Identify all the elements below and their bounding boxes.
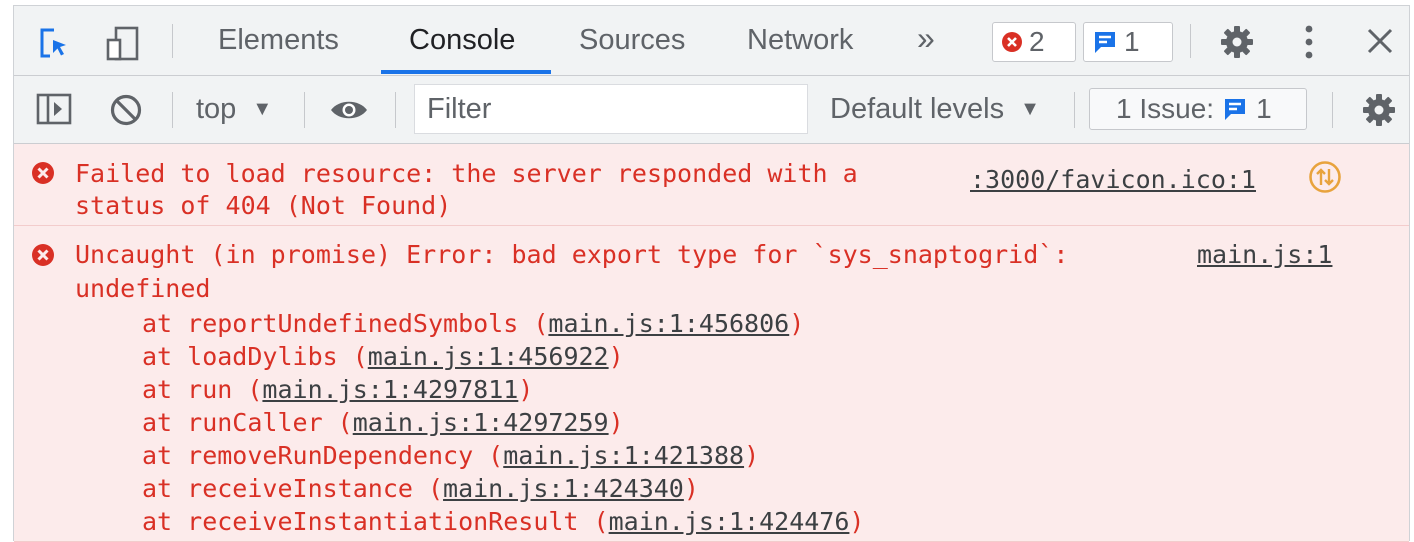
error-count-badge[interactable]: 2	[992, 22, 1076, 62]
close-icon[interactable]	[1367, 28, 1393, 59]
message-text: Uncaught (in promise) Error: bad export …	[75, 240, 1069, 269]
console-error-message: Failed to load resource: the server resp…	[14, 144, 1409, 226]
device-toolbar-icon[interactable]	[104, 26, 139, 61]
clear-console-icon[interactable]	[109, 93, 143, 132]
stack-frame-function: at removeRunDependency (	[142, 441, 504, 470]
stack-frame-link[interactable]: main.js:1:456922	[368, 342, 609, 371]
stack-frame: at runCaller (main.js:1:4297259)	[142, 406, 864, 439]
stack-frame-close: )	[789, 309, 805, 338]
tab-elements[interactable]: Elements	[218, 6, 339, 75]
separator	[1332, 92, 1333, 128]
tab-network[interactable]: Network	[747, 6, 853, 75]
stack-frame-function: at runCaller (	[142, 408, 353, 437]
stack-trace: at reportUndefinedSymbols (main.js:1:456…	[142, 307, 864, 538]
stack-frame-function: at run (	[142, 375, 263, 404]
chevron-down-icon: ▼	[252, 98, 273, 120]
stack-frame: at run (main.js:1:4297811)	[142, 373, 864, 406]
source-link[interactable]: :3000/favicon.ico:1	[970, 164, 1256, 196]
stack-frame-close: )	[849, 507, 865, 536]
filter-input[interactable]	[414, 84, 808, 134]
settings-gear-icon[interactable]	[1219, 24, 1255, 65]
stack-frame-function: at receiveInstantiationResult (	[142, 507, 609, 536]
error-icon	[32, 244, 54, 266]
stack-frame-function: at loadDylibs (	[142, 342, 368, 371]
error-icon	[1002, 32, 1022, 52]
stack-frame-function: at receiveInstance (	[142, 474, 444, 503]
stack-frame-close: )	[608, 342, 624, 371]
log-levels-dropdown[interactable]: Default levels ▼	[830, 93, 1040, 126]
console-settings-gear-icon[interactable]	[1361, 92, 1397, 133]
devtools-panel: Elements Console Sources Network » 2 1 t…	[13, 5, 1410, 542]
separator	[1190, 24, 1191, 58]
inspect-element-icon[interactable]	[38, 26, 70, 58]
issues-label: 1 Issue:	[1116, 93, 1215, 124]
stack-frame: at removeRunDependency (main.js:1:421388…	[142, 439, 864, 472]
message-icon	[1095, 32, 1115, 53]
console-toolbar: top ▼ Default levels ▼ 1 Issue: 1	[14, 76, 1409, 144]
context-label: top	[196, 93, 237, 125]
stack-frame-function: at reportUndefinedSymbols (	[142, 309, 549, 338]
more-options-icon[interactable]	[1304, 24, 1314, 65]
stack-frame-link[interactable]: main.js:1:4297811	[262, 375, 518, 404]
error-count: 2	[1029, 26, 1045, 57]
separator	[304, 92, 305, 128]
stack-frame-link[interactable]: main.js:1:424476	[609, 507, 850, 536]
separator	[172, 92, 173, 128]
more-tabs-button[interactable]: »	[917, 20, 935, 57]
separator	[1074, 92, 1075, 128]
tab-console[interactable]: Console	[409, 6, 515, 75]
message-count-badge[interactable]: 1	[1083, 22, 1173, 62]
issues-button[interactable]: 1 Issue: 1	[1089, 88, 1307, 130]
stack-frame-link[interactable]: main.js:1:4297259	[353, 408, 609, 437]
source-link[interactable]: main.js:1	[1197, 239, 1332, 271]
stack-frame-close: )	[608, 408, 624, 437]
stack-frame-close: )	[683, 474, 699, 503]
chevron-down-icon: ▼	[1020, 98, 1040, 120]
context-selector[interactable]: top ▼	[196, 93, 272, 126]
active-tab-indicator	[381, 70, 551, 74]
log-levels-label: Default levels	[830, 93, 1005, 125]
error-icon	[32, 162, 54, 184]
sidebar-toggle-icon[interactable]	[36, 93, 72, 130]
console-messages: Failed to load resource: the server resp…	[14, 144, 1409, 542]
message-text: undefined	[75, 274, 211, 303]
stack-frame: at reportUndefinedSymbols (main.js:1:456…	[142, 307, 864, 340]
message-icon	[1225, 99, 1246, 120]
separator	[395, 92, 396, 128]
tab-sources[interactable]: Sources	[579, 6, 685, 75]
stack-frame: at loadDylibs (main.js:1:456922)	[142, 340, 864, 373]
stack-frame: at receiveInstance (main.js:1:424340)	[142, 472, 864, 505]
stack-frame-close: )	[744, 441, 760, 470]
console-error-message: Uncaught (in promise) Error: bad export …	[14, 226, 1409, 542]
message-count: 1	[1124, 26, 1140, 57]
stack-frame-link[interactable]: main.js:1:424340	[443, 474, 684, 503]
issues-count: 1	[1256, 93, 1272, 124]
message-text: status of 404 (Not Found)	[75, 191, 452, 220]
live-expression-eye-icon[interactable]	[329, 98, 369, 127]
message-text: Failed to load resource: the server resp…	[75, 159, 858, 188]
network-request-icon[interactable]	[1308, 160, 1342, 200]
stack-frame-close: )	[518, 375, 534, 404]
stack-frame: at receiveInstantiationResult (main.js:1…	[142, 505, 864, 538]
stack-frame-link[interactable]: main.js:1:456806	[548, 309, 789, 338]
devtools-tabbar: Elements Console Sources Network » 2 1	[14, 6, 1409, 76]
separator	[172, 24, 173, 58]
stack-frame-link[interactable]: main.js:1:421388	[503, 441, 744, 470]
